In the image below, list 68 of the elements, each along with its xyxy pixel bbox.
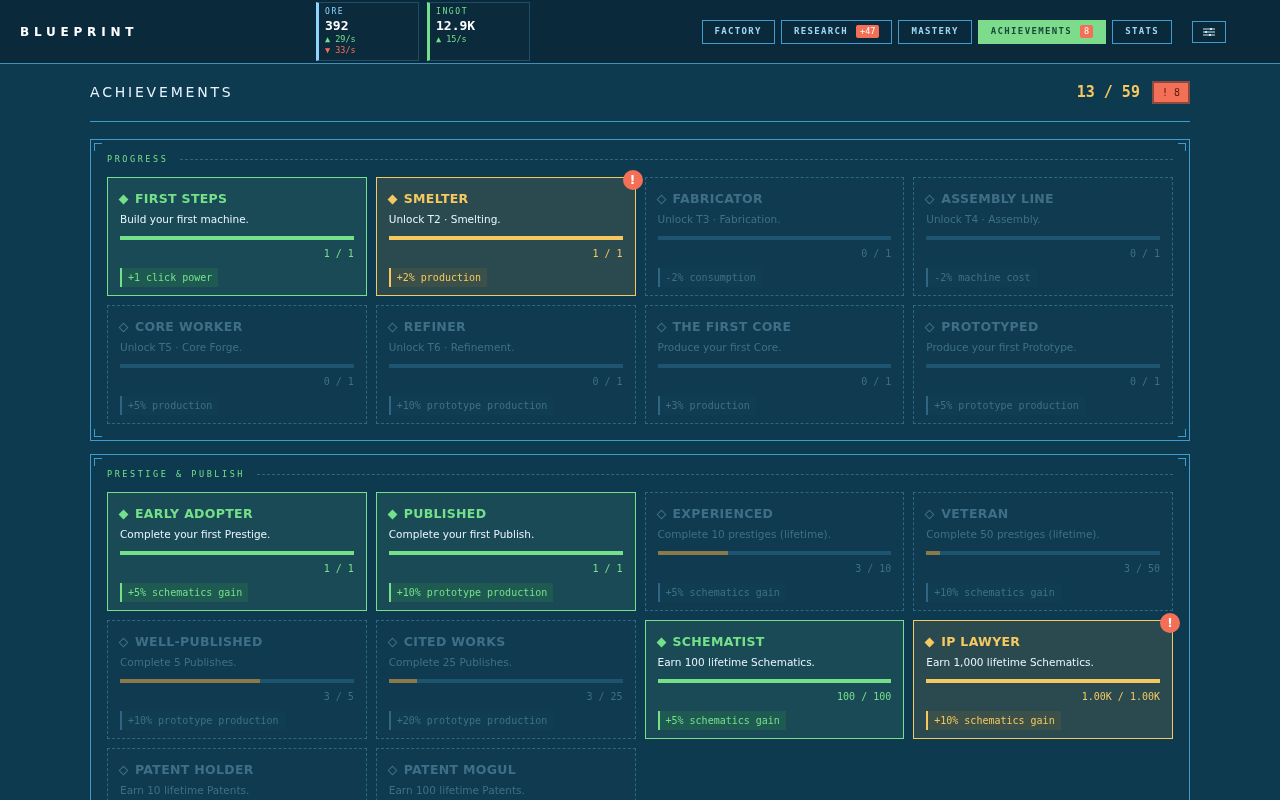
resource-label: INGOT [436, 6, 470, 18]
reward-tag: +10% schematics gain [926, 711, 1061, 730]
progress-count: 1 / 1 [592, 561, 623, 576]
achievement-description: Earn 100 lifetime Schematics. [657, 654, 816, 670]
section-title: PROGRESS [107, 152, 169, 166]
achievement-title: EXPERIENCED [672, 505, 774, 523]
achievement-title: CITED WORKS [403, 633, 506, 651]
progress-count: 100 / 100 [837, 689, 892, 704]
progress-count: 3 / 25 [586, 689, 623, 704]
achievement-title: FABRICATOR [672, 190, 763, 208]
nav-tab[interactable]: FACTORY [701, 19, 775, 44]
achievement-description: Earn 1,000 lifetime Schematics. [926, 654, 1095, 670]
progress-count: 1 / 1 [323, 561, 354, 576]
reward-tag: +2% production [388, 268, 488, 287]
achievement-title: CORE WORKER [135, 318, 243, 336]
achievement-title: SMELTER [403, 190, 469, 208]
reward-tag: +5% schematics gain [120, 583, 249, 602]
resource-rate: ▲ 29/s [325, 34, 357, 45]
achievement-count: 13 / 59 [1076, 82, 1140, 104]
achievement-title: VETERAN [941, 505, 1009, 523]
nav-tab[interactable]: ACHIEVEMENTS 8 [977, 19, 1107, 44]
achievement-title: PUBLISHED [403, 505, 487, 523]
alert-badge: ! [622, 170, 643, 190]
progress-count: 3 / 50 [1123, 561, 1160, 576]
progress-count: 1.00K / 1.00K [1081, 689, 1160, 704]
progress-count: 1 / 1 [323, 246, 354, 261]
achievement-description: Build your first machine. [120, 211, 250, 227]
achievement-description: Unlock T4 · Assembly. [926, 211, 1042, 227]
resource-rate: ▲ 15/s [436, 34, 468, 45]
nav-tab[interactable]: STATS [1112, 19, 1172, 44]
achievement-description: Complete your first Publish. [388, 526, 536, 542]
reward-tag: +5% schematics gain [657, 711, 786, 730]
count-badge: +47 [856, 25, 880, 38]
brand-logo: BLUEPRINT [20, 23, 140, 41]
progress-count: 0 / 1 [592, 374, 623, 389]
sliders-icon [1203, 26, 1215, 37]
reward-tag: +1 click power [120, 268, 219, 287]
achievement-title: FIRST STEPS [135, 190, 228, 208]
achievement-title: ASSEMBLY LINE [941, 190, 1054, 208]
achievement-title: IP LAWYER [941, 633, 1021, 651]
settings-button[interactable] [1192, 20, 1226, 43]
nav-tab[interactable]: RESEARCH +47 [780, 19, 893, 44]
alert-badge: ! [1160, 613, 1180, 633]
page-title: ACHIEVEMENTS [90, 83, 234, 102]
achievement-title: PATENT MOGUL [403, 761, 517, 779]
alert-count-badge: ! 8 [1151, 81, 1190, 104]
reward-tag: +10% prototype production [388, 583, 554, 602]
resource-rate: ▼ 33/s [325, 45, 357, 56]
achievement-title: EARLY ADOPTER [135, 505, 253, 523]
progress-count: 3 / 5 [323, 689, 354, 704]
resource-label: ORE [325, 6, 346, 18]
achievement-title: PROTOTYPED [941, 318, 1039, 336]
count-badge: 8 [1080, 25, 1094, 38]
progress-count: 1 / 1 [592, 246, 623, 261]
achievement-description: Unlock T2 · Smelting. [388, 211, 502, 227]
resource-value: 392 [325, 18, 350, 34]
progress-count: 3 / 10 [855, 561, 892, 576]
resource-value: 12.9K [436, 18, 477, 34]
achievement-title: THE FIRST CORE [672, 318, 792, 336]
achievement-title: WELL-PUBLISHED [135, 633, 263, 651]
nav-tab[interactable]: MASTERY [898, 19, 972, 44]
achievement-title: SCHEMATIST [672, 633, 765, 651]
section-title: PRESTIGE & PUBLISH [107, 467, 245, 481]
achievement-description: Complete 5 Publishes. [120, 654, 238, 670]
achievement-description: Earn 10 lifetime Patents. [120, 782, 251, 798]
achievement-description: Complete your first Prestige. [120, 526, 272, 542]
achievement-title: REFINER [403, 318, 466, 336]
achievement-title: PATENT HOLDER [135, 761, 254, 779]
